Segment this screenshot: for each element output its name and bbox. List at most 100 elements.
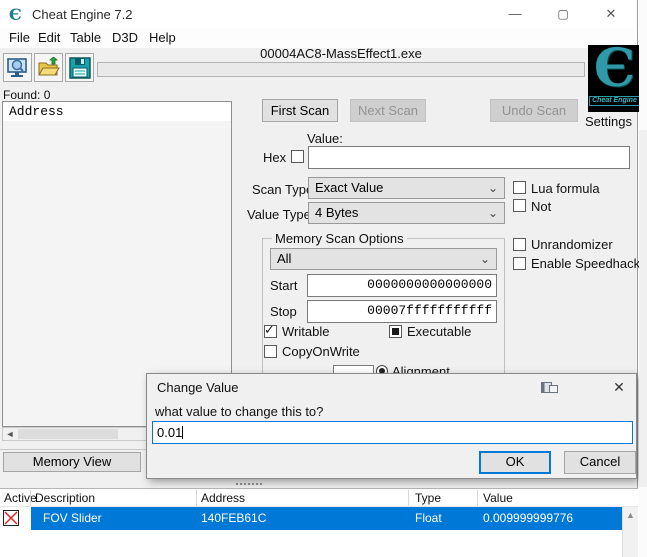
scan-type-value: Exact Value [315,180,383,195]
window-title: Cheat Engine 7.2 [32,7,132,22]
screen: Є Cheat Engine 7.2 — ▢ ✕ File Edit Table… [0,0,647,557]
new-value-text: 0.01 [157,425,182,440]
scan-progress-bar [97,62,585,77]
alignment-row-clipped: Alignment [330,364,505,373]
executable-checkbox[interactable] [389,325,402,338]
attached-process-name: 00004AC8-MassEffect1.exe [97,46,585,61]
window-in-window-icon [541,382,558,393]
table-empty-area [0,530,622,557]
col-type[interactable]: Type [415,491,441,505]
table-row[interactable]: FOV Slider 140FEB61C Float 0.00999999977… [0,507,622,530]
hex-label: Hex [263,150,286,165]
next-scan-button: Next Scan [350,99,426,122]
memory-scan-options-label: Memory Scan Options [272,231,407,246]
cell-address: 140FEB61C [201,511,266,525]
executable-label: Executable [407,324,471,339]
scan-type-label: Scan Type [252,182,313,197]
ok-button[interactable]: OK [479,451,551,474]
scroll-left-arrow-icon[interactable]: ◄ [3,428,17,440]
cell-type: Float [415,511,442,525]
scroll-up-arrow-icon[interactable]: ▲ [623,510,638,520]
new-value-input[interactable]: 0.01 [152,421,633,444]
col-description[interactable]: Description [35,491,95,505]
close-button[interactable]: ✕ [596,4,626,24]
start-label: Start [270,278,297,293]
floppy-disk-icon [69,57,91,79]
red-x-icon [4,511,18,525]
column-separator[interactable] [477,490,478,506]
value-label: Value: [307,131,343,146]
stop-address-input[interactable]: 00007fffffffffff [307,300,497,323]
alignment-value-input[interactable] [333,365,374,373]
lua-formula-checkbox[interactable] [513,181,526,194]
start-address-input[interactable]: 0000000000000000 [307,274,497,297]
menu-d3d[interactable]: D3D [108,30,142,45]
background-window-edge [639,0,647,557]
undo-scan-button: Undo Scan [490,99,578,122]
not-checkbox[interactable] [513,199,526,212]
scan-type-select[interactable]: Exact Value ⌄ [308,177,505,199]
cancel-button[interactable]: Cancel [564,451,636,474]
stop-label: Stop [270,304,297,319]
logo-banner: Cheat Engine [589,96,640,106]
scan-region-value: All [277,251,291,266]
copyonwrite-checkbox[interactable] [264,345,277,358]
not-label: Not [531,199,551,214]
alignment-radio[interactable] [376,365,388,373]
text-caret [182,426,183,439]
settings-link[interactable]: Settings [585,114,637,129]
first-scan-button[interactable]: First Scan [262,99,338,122]
cheat-engine-logo[interactable]: Є Cheat Engine [588,45,641,112]
value-type-value: 4 Bytes [315,205,358,220]
writable-label: Writable [282,324,329,339]
menu-table[interactable]: Table [66,30,105,45]
open-folder-icon [38,57,60,79]
select-process-button[interactable] [3,53,32,82]
copyonwrite-label: CopyOnWrite [282,344,360,359]
col-active[interactable]: Active [4,491,37,505]
enable-speedhack-label: Enable Speedhack [531,256,640,271]
save-table-button[interactable] [65,53,94,82]
app-icon: Є [9,5,22,24]
cheat-table-header: Active Description Address Type Value [0,488,638,507]
hscroll-thumb[interactable] [18,429,118,439]
hex-checkbox[interactable] [291,150,304,163]
writable-checkbox[interactable]: ✓ [264,325,277,338]
maximize-button[interactable]: ▢ [548,4,578,24]
column-separator[interactable] [196,490,197,506]
chevron-down-icon: ⌄ [488,178,498,198]
splitter-grip[interactable] [236,482,266,486]
column-separator[interactable] [30,490,31,506]
dialog-close-button[interactable]: ✕ [610,379,628,396]
cell-description: FOV Slider [43,511,102,525]
alignment-label: Alignment [392,364,450,373]
unrandomizer-checkbox[interactable] [513,238,526,251]
address-column-header[interactable]: Address [3,102,231,121]
monitor-magnifier-icon [7,57,29,79]
menu-edit[interactable]: Edit [34,30,64,45]
col-value[interactable]: Value [483,491,513,505]
title-bar[interactable]: Є Cheat Engine 7.2 — ▢ ✕ [0,0,637,28]
value-type-select[interactable]: 4 Bytes ⌄ [308,202,505,224]
menu-file[interactable]: File [5,30,34,45]
lua-formula-label: Lua formula [531,181,600,196]
dialog-prompt: what value to change this to? [155,404,323,419]
menu-bar: File Edit Table D3D Help [0,28,637,48]
memory-view-button[interactable]: Memory View [3,452,141,472]
minimize-button[interactable]: — [500,4,530,24]
found-count: Found: 0 [3,88,50,102]
unrandomizer-label: Unrandomizer [531,237,613,252]
dialog-title: Change Value [157,380,238,395]
scan-region-select[interactable]: All ⌄ [270,248,497,270]
chevron-down-icon: ⌄ [480,249,490,269]
active-checkbox[interactable] [3,510,19,526]
enable-speedhack-checkbox[interactable] [513,257,526,270]
open-table-button[interactable] [34,53,63,82]
column-separator[interactable] [408,490,409,506]
scan-value-input[interactable] [308,146,630,169]
table-vscrollbar[interactable]: ▲ [622,507,638,557]
menu-help[interactable]: Help [145,30,180,45]
col-address[interactable]: Address [201,491,245,505]
cell-value: 0.009999999776 [483,511,573,525]
chevron-down-icon: ⌄ [488,203,498,223]
